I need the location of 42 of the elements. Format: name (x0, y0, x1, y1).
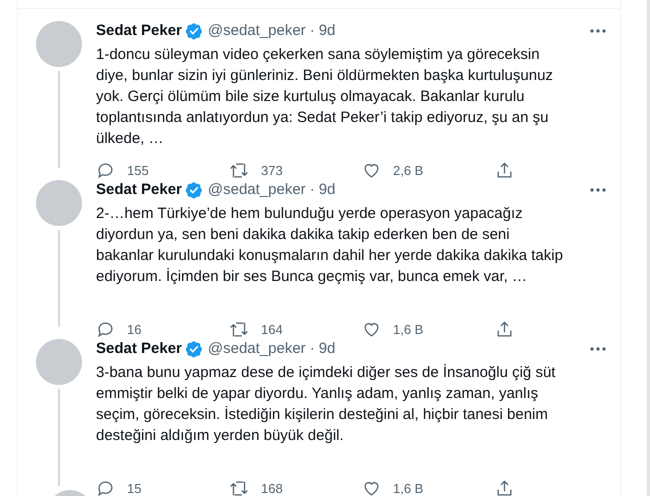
tweet-time[interactable]: 9d (318, 338, 336, 360)
like-count: 2,6 B (393, 162, 424, 180)
speech-bubble-icon[interactable] (96, 161, 115, 180)
more-options-icon[interactable] (590, 188, 606, 192)
dot-separator: · (310, 338, 315, 359)
tweet-time[interactable]: 9d (318, 20, 336, 42)
verified-badge-icon (184, 340, 203, 358)
retweet-icon[interactable] (229, 161, 249, 180)
author-name[interactable]: Sedat Peker (96, 178, 182, 202)
heart-icon[interactable] (362, 320, 381, 340)
retweet-count: 373 (261, 162, 283, 180)
tweet-text: 3-bana bunu yapmaz dese de içimdeki diğer ses de İnsanoğlu çiğ süt emmiştir belki de yapar diyordu. Yanlış adam, yanlış zaman, yanlış seçim, göreceksin. İstediğin kişilerin desteğini al, hiçbir tanesi benim desteğini aldığım yerden büyük değil. (96, 363, 556, 446)
share-icon[interactable] (495, 479, 514, 496)
verified-badge-icon (184, 22, 203, 40)
author-name[interactable]: Sedat Peker (96, 20, 182, 42)
retweet-count: 168 (261, 480, 283, 496)
speech-bubble-icon[interactable] (96, 479, 115, 496)
verified-badge-icon (184, 181, 203, 199)
like-count: 1,6 B (393, 480, 424, 496)
more-options-icon[interactable] (590, 347, 606, 351)
author-handle[interactable]: @sedat_peker (208, 338, 306, 360)
speech-bubble-icon[interactable] (96, 320, 115, 340)
like-count: 1,6 B (393, 321, 424, 339)
reply-count: 155 (127, 162, 149, 180)
dot-separator: · (310, 20, 315, 41)
more-options-icon[interactable] (590, 29, 606, 33)
reply-count: 15 (127, 480, 142, 496)
author-handle[interactable]: @sedat_peker (208, 178, 306, 202)
tweet-time[interactable]: 9d (318, 178, 336, 202)
reply-count: 16 (127, 321, 142, 339)
heart-icon[interactable] (362, 161, 381, 180)
retweet-icon[interactable] (229, 320, 249, 340)
heart-icon[interactable] (362, 479, 381, 496)
dot-separator: · (310, 180, 315, 200)
author-name[interactable]: Sedat Peker (96, 338, 182, 360)
author-handle[interactable]: @sedat_peker (208, 20, 306, 42)
retweet-icon[interactable] (229, 479, 249, 496)
share-icon[interactable] (495, 320, 514, 340)
tweet-text: 1-doncu süleyman video çekerken sana söylemiştim ya göreceksin diye, bunlar sizin iyi günleriniz. Beni öldürmekten başka kurtuluşunuz yok. Gerçi ölümüm bile size kurtuluş olmayacak. Bakanlar kurulu toplantısında anlatıyordun ya: Sedat Peker’i takip ediyoruz, şu an şu ülkede, … (96, 45, 554, 149)
tweet-text: 2-…hem Türkiye’de hem bulunduğu yerde operasyon yapacağız diyordun ya, sen beni dakika dakika takip ederken ben de seni bakanlar kurulundaki konuşmaların dahil her yerde dakika dakika takip ediyorum. İçimden bir ses Bunca geçmiş var, bunca emek var, … (96, 204, 564, 287)
retweet-count: 164 (261, 321, 283, 339)
share-icon[interactable] (495, 161, 514, 180)
